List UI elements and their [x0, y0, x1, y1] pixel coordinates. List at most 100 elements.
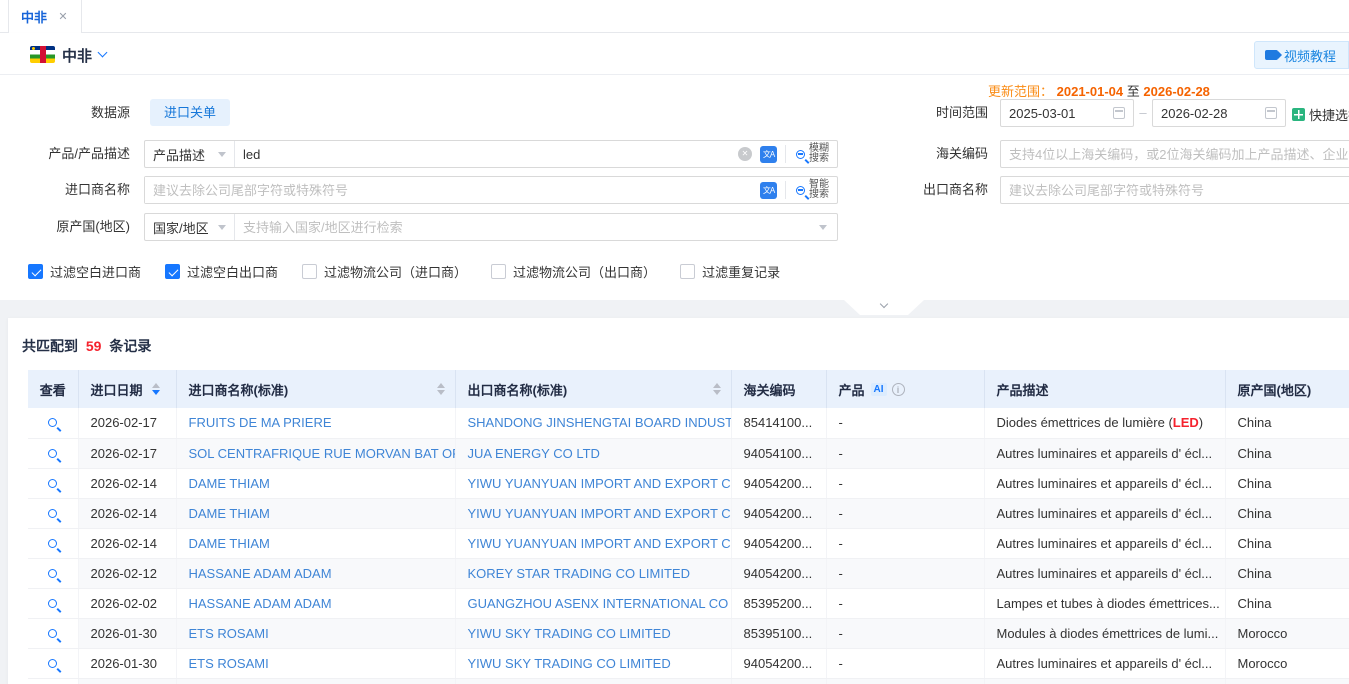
importer-link[interactable]: SOL CENTRAFRIQUE RUE MORVAN BAT OF... — [189, 446, 456, 461]
view-cell[interactable] — [28, 498, 78, 528]
column-header-label: 产品 — [839, 380, 865, 399]
view-detail-search-icon[interactable] — [48, 599, 57, 608]
origin-mode-select[interactable]: 国家/地区 — [145, 214, 235, 240]
view-cell[interactable] — [28, 588, 78, 618]
country-selector-label[interactable]: 中非 — [62, 45, 92, 66]
view-detail-search-icon[interactable] — [48, 659, 57, 668]
exporter-link[interactable]: KOREY STAR TRADING CO LIMITED — [468, 566, 690, 581]
data-source-import-declaration-button[interactable]: 进口关单 — [150, 99, 230, 126]
clear-icon[interactable] — [738, 147, 752, 161]
column-header-label: 原产国(地区) — [1238, 380, 1312, 399]
info-icon[interactable]: i — [892, 383, 905, 396]
importer-link[interactable]: HASSANE ADAM ADAM — [189, 566, 332, 581]
column-header-label: 查看 — [40, 380, 66, 399]
view-cell[interactable] — [28, 648, 78, 678]
sort-control[interactable] — [713, 383, 721, 395]
translate-icon[interactable] — [760, 182, 777, 199]
sort-desc-icon[interactable] — [713, 390, 721, 395]
view-detail-search-icon[interactable] — [48, 539, 57, 548]
view-detail-search-icon[interactable] — [48, 569, 57, 578]
time-range-end-input[interactable] — [1152, 99, 1286, 127]
collapse-filters-handle[interactable] — [844, 300, 924, 315]
sort-asc-icon[interactable] — [152, 383, 160, 388]
sort-desc-icon[interactable] — [152, 390, 160, 395]
exporter-link[interactable]: YIWU SKY TRADING CO LIMITED — [468, 656, 671, 671]
origin-country-input[interactable] — [235, 214, 819, 240]
importer-link[interactable]: ETS ROSAMI — [189, 626, 269, 641]
exporter-link[interactable]: GUANGZHOU ASENX INTERNATIONAL CO ... — [468, 596, 732, 611]
sort-control[interactable] — [437, 383, 445, 395]
exporter-link[interactable]: YIWU YUANYUAN IMPORT AND EXPORT C... — [468, 476, 732, 491]
product-mode-select[interactable]: 产品描述 — [145, 141, 235, 167]
update-range-start: 2021-01-04 — [1057, 84, 1124, 99]
filter-checkbox[interactable]: 过滤空白进口商 — [28, 262, 141, 281]
filter-panel: 数据源 进口关单 更新范围： 2021-01-04 至 2026-02-28 时… — [0, 75, 1349, 300]
smart-search-button[interactable]: 智能 搜索 — [786, 177, 837, 203]
sort-asc-icon[interactable] — [437, 383, 445, 388]
exporter-link[interactable]: SHANDONG JINSHENGTAI BOARD INDUST... — [468, 415, 732, 430]
table-row: 2026-02-14DAME THIAMYIWU YUANYUAN IMPORT… — [28, 468, 1349, 498]
column-header-label: 出口商名称(标准) — [468, 380, 568, 399]
checkbox-unchecked-icon[interactable] — [302, 264, 317, 279]
table-row: 2026-01-30 ETS ROSAMI YIWU SKY TRADING CO … — [28, 618, 1349, 648]
importer-link[interactable]: HASSANE ADAM ADAM — [189, 596, 332, 611]
exporter-link[interactable]: YIWU YUANYUAN IMPORT AND EXPORT C... — [468, 536, 732, 551]
importer-link[interactable]: ETS ROSAMI — [189, 656, 269, 671]
view-detail-search-icon[interactable] — [48, 449, 57, 458]
view-cell[interactable] — [28, 408, 78, 438]
filter-checkbox[interactable]: 过滤重复记录 — [680, 262, 780, 281]
close-icon[interactable] — [57, 11, 69, 23]
translate-icon[interactable] — [760, 146, 777, 163]
checkbox-unchecked-icon[interactable] — [491, 264, 506, 279]
ai-badge: AI — [871, 383, 887, 396]
view-cell[interactable] — [28, 528, 78, 558]
product-search-input[interactable] — [235, 141, 738, 167]
column-header[interactable]: 进口商名称(标准) — [176, 370, 455, 408]
exporter-cell: KOREY STAR TRADING CO LIMITED — [455, 558, 731, 588]
column-header[interactable]: 进口日期 — [78, 370, 176, 408]
sort-desc-icon[interactable] — [437, 390, 445, 395]
origin-country-cell: China — [1225, 558, 1349, 588]
view-cell[interactable] — [28, 438, 78, 468]
view-detail-search-icon[interactable] — [48, 479, 57, 488]
filter-checkbox[interactable]: 过滤空白出口商 — [165, 262, 278, 281]
video-tutorial-button[interactable]: 视频教程 — [1254, 41, 1349, 69]
chevron-down-icon[interactable] — [98, 48, 108, 58]
tab-zhongfei[interactable]: 中非 — [8, 0, 82, 33]
view-detail-search-icon[interactable] — [48, 509, 57, 518]
results-summary: 共匹配到 59 条记录 — [22, 336, 151, 356]
product-description-cell: Diodes émettrices de lumière (LED) — [984, 408, 1225, 438]
checkbox-checked-icon[interactable] — [165, 264, 180, 279]
view-detail-search-icon[interactable] — [48, 629, 57, 638]
importer-input[interactable] — [145, 177, 760, 203]
column-header[interactable]: 出口商名称(标准) — [455, 370, 731, 408]
filter-checkbox[interactable]: 过滤物流公司（出口商） — [491, 262, 656, 281]
checkbox-checked-icon[interactable] — [28, 264, 43, 279]
product-cell: - — [826, 618, 984, 648]
summary-prefix: 共匹配到 — [22, 338, 78, 354]
product-cell: - — [826, 498, 984, 528]
sort-control[interactable] — [152, 383, 160, 395]
view-cell[interactable] — [28, 558, 78, 588]
exporter-link[interactable]: YIWU YUANYUAN IMPORT AND EXPORT C... — [468, 506, 732, 521]
hs-code-input[interactable] — [1000, 140, 1349, 168]
importer-link[interactable]: DAME THIAM — [189, 506, 270, 521]
importer-link[interactable]: DAME THIAM — [189, 476, 270, 491]
fuzzy-search-button[interactable]: 模糊 搜索 — [786, 141, 837, 167]
view-cell[interactable] — [28, 468, 78, 498]
import-date-cell: 2026-01-30 — [78, 618, 176, 648]
sort-asc-icon[interactable] — [713, 383, 721, 388]
importer-link[interactable]: DAME THIAM — [189, 536, 270, 551]
table-row: 2026-02-12HASSANE ADAM ADAMKOREY STAR TR… — [28, 558, 1349, 588]
exporter-link[interactable]: JUA ENERGY CO LTD — [468, 446, 600, 461]
importer-link[interactable]: FRUITS DE MA PRIERE — [189, 415, 332, 430]
origin-country-cell: China — [1225, 468, 1349, 498]
checkbox-unchecked-icon[interactable] — [680, 264, 695, 279]
exporter-link[interactable]: YIWU SKY TRADING CO LIMITED — [468, 626, 671, 641]
exporter-input[interactable] — [1000, 176, 1349, 204]
quick-select-button[interactable]: 快捷选择 — [1292, 105, 1349, 124]
filter-checkbox[interactable]: 过滤物流公司（进口商） — [302, 262, 467, 281]
view-cell[interactable] — [28, 618, 78, 648]
time-range-start-input[interactable] — [1000, 99, 1134, 127]
view-detail-search-icon[interactable] — [48, 418, 57, 427]
